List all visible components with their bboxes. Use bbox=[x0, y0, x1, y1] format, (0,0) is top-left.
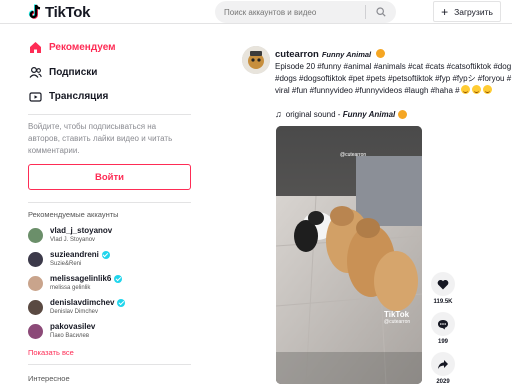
search-input[interactable] bbox=[215, 7, 365, 17]
login-hint: Войдите, чтобы подписываться на авторов,… bbox=[28, 122, 173, 155]
account-display-name: melissa gelinlik bbox=[50, 285, 91, 291]
video-watermark: TikTok @cutearron bbox=[384, 310, 410, 325]
account-display-name: Denislav Dimchev bbox=[50, 309, 99, 315]
avatar bbox=[28, 275, 43, 291]
live-icon bbox=[28, 89, 42, 103]
search-button[interactable] bbox=[366, 1, 396, 23]
interests-title: Интересное bbox=[28, 374, 70, 383]
account-username: pakovasilev bbox=[50, 322, 96, 331]
share-button[interactable]: 2029 bbox=[430, 352, 456, 385]
laughing-emoji-icon bbox=[460, 85, 470, 94]
avatar bbox=[28, 299, 43, 315]
account-username: suzieandreni bbox=[50, 250, 110, 260]
video-player[interactable]: @cutearron TikTok @cutearron bbox=[276, 126, 422, 384]
cat-emoji-icon bbox=[375, 49, 385, 58]
nav-item-live[interactable]: Трансляция bbox=[28, 85, 108, 107]
account-username: vlad_j_stoyanov bbox=[50, 226, 113, 235]
watermark-user: @cutearron bbox=[384, 319, 411, 325]
like-count: 119.5K bbox=[433, 299, 453, 305]
show-all-link[interactable]: Показать все bbox=[28, 348, 74, 357]
suggested-account[interactable]: pakovasilev Пако Василев bbox=[28, 320, 188, 342]
sidebar-divider bbox=[28, 364, 191, 365]
nav-item-following[interactable]: Подписки bbox=[28, 61, 97, 83]
suggested-account[interactable]: suzieandreni Suzie&Reni bbox=[28, 248, 188, 270]
watermark-logo: TikTok bbox=[384, 310, 410, 319]
sound-title: Funny Animal bbox=[342, 109, 396, 119]
nav-label: Рекомендуем bbox=[49, 41, 116, 53]
account-username: melissagelinlik6 bbox=[50, 274, 123, 284]
suggested-accounts-title: Рекомендуемые аккаунты bbox=[28, 210, 119, 219]
account-display-name: Suzie&Reni bbox=[50, 261, 82, 267]
upload-label: Загрузить bbox=[454, 6, 493, 17]
plus-icon: + bbox=[441, 4, 449, 19]
post-sound[interactable]: ♫ original sound - Funny Animal bbox=[275, 109, 408, 119]
laughing-emoji-icon bbox=[471, 85, 481, 94]
home-icon bbox=[28, 40, 42, 54]
suggested-account[interactable]: denislavdimchev Denislav Dimchev bbox=[28, 296, 188, 318]
laughing-emoji-icon bbox=[482, 85, 492, 94]
tiktok-logo-icon bbox=[28, 4, 41, 19]
suggested-account[interactable]: melissagelinlik6 melissa gelinlik bbox=[28, 272, 188, 294]
verified-badge-icon bbox=[117, 299, 126, 307]
feed: cutearron Funny Animal Episode 20 #funny … bbox=[240, 24, 512, 385]
search-bar bbox=[215, 1, 396, 23]
login-button[interactable]: Войти bbox=[28, 164, 191, 190]
heart-icon bbox=[431, 272, 455, 296]
post-avatar[interactable] bbox=[242, 46, 270, 74]
top-bar: TikTok + Загрузить bbox=[0, 0, 512, 24]
account-username: denislavdimchev bbox=[50, 298, 126, 308]
sidebar-divider bbox=[28, 114, 191, 115]
post-caption: Episode 20 #funny #animal #animals #cat … bbox=[275, 62, 512, 95]
nav-item-for-you[interactable]: Рекомендуем bbox=[28, 36, 116, 58]
suggested-account[interactable]: vlad_j_stoyanov Vlad J. Stoyanov bbox=[28, 224, 188, 246]
logo-text: TikTok bbox=[45, 3, 91, 21]
share-icon bbox=[431, 352, 455, 376]
search-icon bbox=[376, 7, 386, 17]
account-display-name: Пако Василев bbox=[50, 333, 90, 339]
like-button[interactable]: 119.5K bbox=[430, 272, 456, 305]
avatar bbox=[28, 251, 43, 267]
cat-emoji-icon bbox=[398, 109, 408, 119]
comment-button[interactable]: 199 bbox=[430, 312, 456, 345]
following-icon bbox=[28, 65, 42, 79]
avatar bbox=[28, 227, 43, 243]
video-watermark-top: @cutearron bbox=[340, 152, 367, 158]
video-frame bbox=[276, 126, 422, 384]
verified-badge-icon bbox=[114, 275, 123, 283]
comment-count: 199 bbox=[437, 339, 448, 345]
share-count: 2029 bbox=[436, 379, 450, 385]
upload-button[interactable]: + Загрузить bbox=[433, 1, 501, 22]
music-note-icon: ♫ bbox=[275, 109, 282, 119]
sidebar-divider bbox=[28, 202, 191, 203]
tiktok-logo[interactable]: TikTok bbox=[28, 2, 90, 22]
verified-badge-icon bbox=[101, 251, 110, 259]
post-nickname: Funny Animal bbox=[321, 50, 372, 59]
sidebar: Рекомендуем Подписки Трансляция Войдите,… bbox=[28, 24, 192, 384]
account-display-name: Vlad J. Stoyanov bbox=[50, 237, 96, 243]
nav-label: Подписки bbox=[49, 66, 98, 78]
nav-label: Трансляция bbox=[49, 90, 109, 102]
avatar bbox=[28, 323, 43, 339]
post-username: cutearron bbox=[275, 49, 319, 60]
comment-icon bbox=[431, 312, 455, 336]
avatar-image bbox=[242, 46, 270, 74]
post-author[interactable]: cutearron Funny Animal bbox=[275, 49, 385, 60]
sound-label: original sound - bbox=[285, 109, 341, 119]
